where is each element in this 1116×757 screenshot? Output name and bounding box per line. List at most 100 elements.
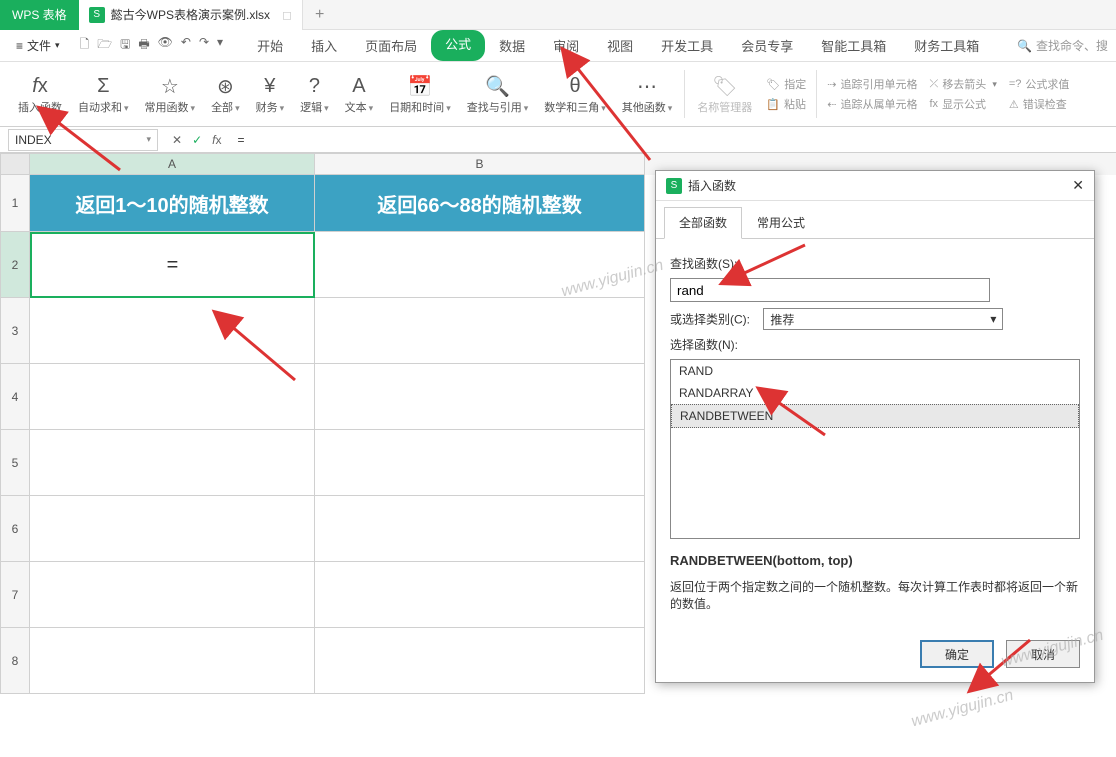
redo-icon[interactable]: ↷: [199, 35, 209, 56]
trace-precedents-button[interactable]: ⇢追踪引用单元格: [827, 76, 917, 92]
file-menu[interactable]: ≡ 文件 ▾: [8, 33, 68, 58]
tab-smart-tools[interactable]: 智能工具箱: [807, 30, 900, 61]
cell-b1[interactable]: 返回66～88的随机整数: [315, 175, 645, 232]
cell-a6[interactable]: [30, 496, 315, 562]
new-icon[interactable]: 🗋: [80, 35, 90, 56]
tab-developer[interactable]: 开发工具: [647, 30, 727, 61]
document-tab[interactable]: S 懿古今WPS表格演示案例.xlsx ◻: [79, 0, 303, 30]
function-description: 返回位于两个指定数之间的一个随机整数。每次计算工作表时都将返回一个新的数值。: [670, 578, 1080, 612]
name-box[interactable]: INDEX ▾: [8, 129, 158, 151]
text-button[interactable]: A 文本: [337, 65, 382, 123]
app-tab[interactable]: WPS 表格: [0, 0, 79, 30]
dialog-tab-common[interactable]: 常用公式: [742, 207, 820, 238]
function-item-rand[interactable]: RAND: [671, 360, 1079, 382]
autosum-button[interactable]: Σ 自动求和: [70, 65, 137, 123]
cell-b8[interactable]: [315, 628, 645, 694]
tab-insert[interactable]: 插入: [297, 30, 351, 61]
common-functions-button[interactable]: ☆ 常用函数: [137, 65, 204, 123]
tab-review[interactable]: 审阅: [539, 30, 593, 61]
cell-a8[interactable]: [30, 628, 315, 694]
close-icon[interactable]: ✕: [1072, 177, 1084, 194]
column-header-a[interactable]: A: [30, 153, 315, 175]
formula-input[interactable]: =: [231, 133, 1116, 147]
row-header-2[interactable]: 2: [0, 232, 30, 298]
cell-a3[interactable]: [30, 298, 315, 364]
assign-icon: 🏷: [766, 78, 780, 91]
remove-arrow-button[interactable]: ⤫移去箭头: [930, 76, 997, 92]
open-icon[interactable]: 🗁: [97, 35, 112, 56]
assign-button[interactable]: 🏷指定: [766, 76, 806, 92]
function-item-randbetween[interactable]: RANDBETWEEN: [671, 404, 1079, 428]
row-header-1[interactable]: 1: [0, 175, 30, 232]
cell-a7[interactable]: [30, 562, 315, 628]
print-icon[interactable]: 🖶: [138, 35, 149, 56]
datetime-button[interactable]: 📅 日期和时间: [381, 65, 459, 123]
remove-arrow-icon: ⤫: [930, 78, 939, 91]
sigma-icon: Σ: [97, 73, 109, 99]
trace-dependents-button[interactable]: ⇠追踪从属单元格: [827, 96, 917, 112]
command-search[interactable]: 🔍 查找命令、搜: [1017, 37, 1108, 54]
paste-button[interactable]: 📋粘贴: [766, 96, 806, 112]
menu-bar: ≡ 文件 ▾ 🗋 🗁 🖫 🖶 👁 ↶ ↷ ▾ 开始 插入 页面布局 公式 数据 …: [0, 30, 1116, 62]
logic-button[interactable]: ? 逻辑: [292, 65, 337, 123]
cell-a4[interactable]: [30, 364, 315, 430]
dialog-tab-all[interactable]: 全部函数: [664, 207, 742, 239]
column-header-b[interactable]: B: [315, 153, 645, 175]
function-item-randarray[interactable]: RANDARRAY: [671, 382, 1079, 404]
cell-b7[interactable]: [315, 562, 645, 628]
tab-formula[interactable]: 公式: [431, 30, 485, 61]
question-icon: ?: [309, 73, 320, 99]
error-icon: ⚠: [1009, 98, 1019, 111]
save-icon[interactable]: 🖫: [120, 35, 130, 56]
tab-layout[interactable]: 页面布局: [351, 30, 431, 61]
cell-a1[interactable]: 返回1～10的随机整数: [30, 175, 315, 232]
fx-bar-icon[interactable]: fx: [212, 133, 221, 147]
math-button[interactable]: θ 数学和三角: [536, 65, 614, 123]
search-function-input[interactable]: [670, 278, 990, 302]
cell-b2[interactable]: [315, 232, 645, 298]
row-header-4[interactable]: 4: [0, 364, 30, 430]
row-header-7[interactable]: 7: [0, 562, 30, 628]
name-manager-button[interactable]: 🏷 名称管理器: [689, 65, 760, 123]
tab-finance-tools[interactable]: 财务工具箱: [900, 30, 993, 61]
row-header-5[interactable]: 5: [0, 430, 30, 496]
accept-formula-icon[interactable]: ✓: [192, 133, 202, 147]
other-functions-button[interactable]: ⋯ 其他函数: [614, 65, 681, 123]
cell-b3[interactable]: [315, 298, 645, 364]
cell-b6[interactable]: [315, 496, 645, 562]
formula-bar: INDEX ▾ ✕ ✓ fx =: [0, 127, 1116, 153]
lookup-button[interactable]: 🔍 查找与引用: [459, 65, 537, 123]
tab-view[interactable]: 视图: [593, 30, 647, 61]
finance-button[interactable]: ¥ 财务: [248, 65, 293, 123]
cell-b4[interactable]: [315, 364, 645, 430]
qat-dropdown-icon[interactable]: ▾: [217, 35, 223, 56]
row-header-8[interactable]: 8: [0, 628, 30, 694]
preview-icon[interactable]: 👁: [158, 35, 173, 56]
tab-member[interactable]: 会员专享: [727, 30, 807, 61]
chevron-down-icon[interactable]: ▾: [146, 134, 151, 145]
row-header-6[interactable]: 6: [0, 496, 30, 562]
formula-eval-button[interactable]: =?公式求值: [1009, 76, 1070, 92]
tab-data[interactable]: 数据: [485, 30, 539, 61]
ok-button[interactable]: 确定: [920, 640, 994, 668]
tab-close-icon[interactable]: ◻: [282, 8, 292, 22]
category-select[interactable]: 推荐 ▾: [763, 308, 1003, 330]
ribbon: fx 插入函数 Σ 自动求和 ☆ 常用函数 ⊛ 全部 ¥ 财务 ? 逻辑 A 文…: [0, 62, 1116, 127]
row-header-3[interactable]: 3: [0, 298, 30, 364]
name-manager-icon: 🏷: [712, 73, 737, 99]
cancel-button[interactable]: 取消: [1006, 640, 1080, 668]
cell-a2[interactable]: =: [30, 232, 315, 298]
insert-function-button[interactable]: fx 插入函数: [10, 65, 70, 123]
show-formula-button[interactable]: fx显示公式: [930, 96, 997, 112]
all-functions-button[interactable]: ⊛ 全部: [203, 65, 248, 123]
tab-home[interactable]: 开始: [243, 30, 297, 61]
error-check-button[interactable]: ⚠错误检查: [1009, 96, 1070, 112]
select-all-corner[interactable]: [0, 153, 30, 175]
undo-icon[interactable]: ↶: [181, 35, 191, 56]
cancel-formula-icon[interactable]: ✕: [172, 133, 182, 147]
chevron-down-icon: ▾: [990, 312, 996, 326]
new-tab-button[interactable]: +: [303, 6, 336, 24]
function-list[interactable]: RAND RANDARRAY RANDBETWEEN: [670, 359, 1080, 539]
cell-a5[interactable]: [30, 430, 315, 496]
cell-b5[interactable]: [315, 430, 645, 496]
